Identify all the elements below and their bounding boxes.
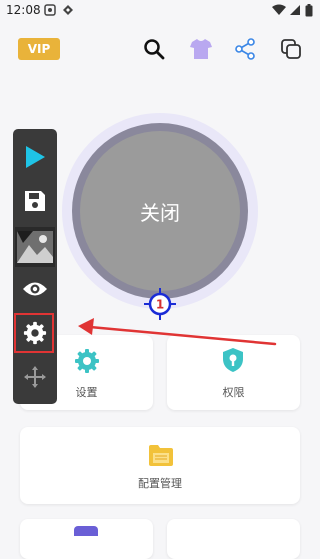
thumbnail-button[interactable] xyxy=(13,227,57,267)
floating-toolbar xyxy=(13,129,57,404)
bottom-card-left[interactable] xyxy=(20,519,153,559)
wifi-icon xyxy=(272,4,286,15)
bottom-card-left-icon xyxy=(74,526,98,536)
share-button[interactable] xyxy=(230,34,260,64)
copy-button[interactable] xyxy=(276,34,306,64)
thumbnail-image xyxy=(15,227,55,267)
copy-icon xyxy=(281,39,301,59)
battery-icon xyxy=(305,4,313,17)
move-icon xyxy=(24,366,46,388)
close-button[interactable]: 关闭 xyxy=(80,131,240,291)
save-button[interactable] xyxy=(13,183,57,219)
signal-icon xyxy=(290,5,300,15)
annotation-arrow xyxy=(78,318,277,346)
close-button-label: 关闭 xyxy=(140,200,180,225)
shirt-button[interactable] xyxy=(186,34,216,64)
diamond-icon xyxy=(63,5,73,15)
crosshair-number: 1 xyxy=(156,298,164,312)
shirt-icon xyxy=(190,39,212,59)
top-bar: VIP xyxy=(0,28,320,72)
eye-icon xyxy=(23,282,47,296)
bottom-card-right[interactable] xyxy=(167,519,300,559)
search-icon xyxy=(144,39,165,60)
permission-label: 权限 xyxy=(222,386,245,399)
config-manage-card[interactable]: 配置管理 xyxy=(20,427,300,504)
search-button[interactable] xyxy=(139,34,169,64)
config-manage-label: 配置管理 xyxy=(138,477,182,490)
share-icon xyxy=(235,38,255,60)
highlight-box xyxy=(14,313,54,353)
status-time: 12:08 xyxy=(6,3,41,17)
vip-badge[interactable]: VIP xyxy=(18,38,60,60)
play-icon xyxy=(26,146,45,168)
status-bar: 12:08 xyxy=(0,0,320,22)
notification-icon xyxy=(44,4,56,16)
play-button[interactable] xyxy=(13,139,57,175)
save-icon xyxy=(25,191,45,211)
move-handle[interactable] xyxy=(13,359,57,395)
preview-button[interactable] xyxy=(13,271,57,307)
folder-icon xyxy=(149,445,173,466)
